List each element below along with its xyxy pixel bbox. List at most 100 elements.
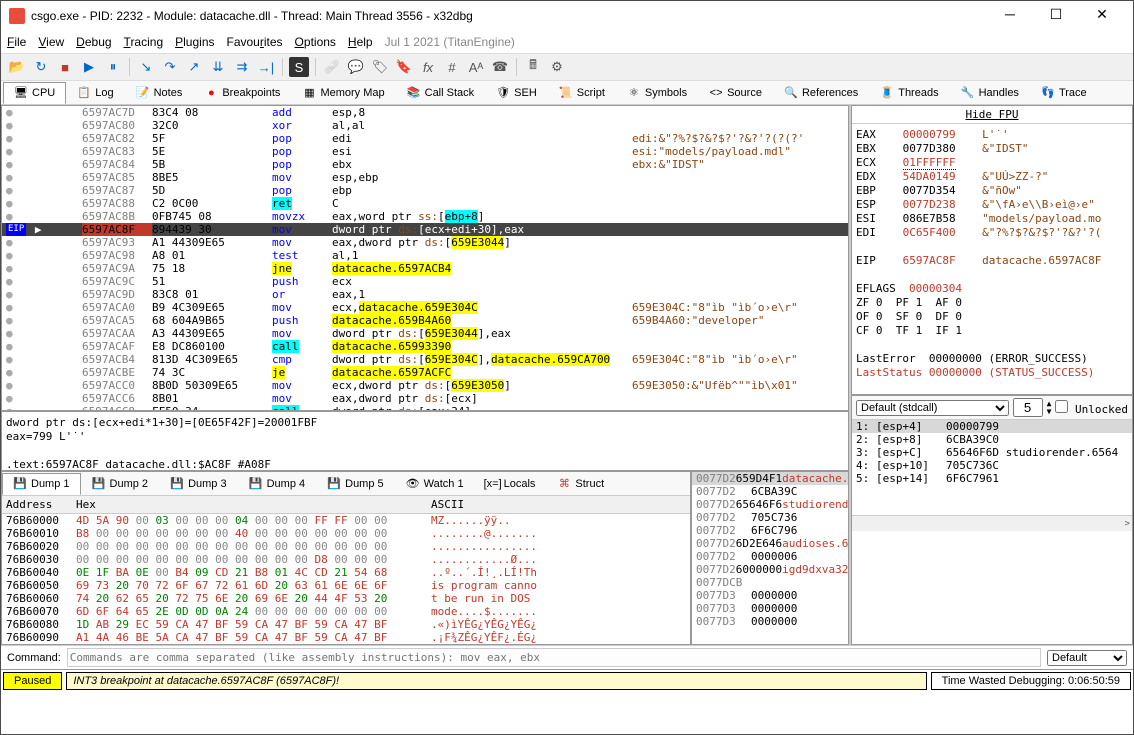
unlocked-checkbox[interactable]: [1055, 400, 1068, 413]
disasm-row[interactable]: ●6597AC7D83C4 08addesp,8: [2, 106, 848, 119]
tab-dump2[interactable]: 💾Dump 2: [81, 473, 160, 495]
stack-row[interactable]: 0077DCB: [692, 576, 848, 589]
arg-row[interactable]: 5:[esp+14]6F6C7961: [852, 472, 1132, 485]
dump-col-ascii[interactable]: ASCII: [431, 498, 464, 511]
pause-icon[interactable]: ⏸: [103, 57, 123, 77]
functions-icon[interactable]: fx: [418, 57, 438, 77]
dump-row[interactable]: 76B6002000 00 00 00 00 00 00 00 00 00 00…: [2, 540, 690, 553]
minimize-button[interactable]: ─: [987, 1, 1033, 31]
menu-file[interactable]: File: [7, 35, 26, 49]
disasm-row[interactable]: ●6597ACC8FF50 34calldword ptr ds:[eax+34…: [2, 405, 848, 411]
settings-icon[interactable]: ⚙: [547, 57, 567, 77]
disasm-row[interactable]: ●6597ACA568 604A9B65pushdatacache.659B4A…: [2, 314, 848, 327]
tab-threads[interactable]: 🧵Threads: [869, 82, 949, 104]
command-input[interactable]: [67, 648, 1041, 667]
tab-symbols[interactable]: ⚛Symbols: [616, 82, 698, 104]
hide-fpu-link[interactable]: Hide FPU: [852, 106, 1132, 124]
dump-row[interactable]: 76B60090A1 4A 46 BE 5A CA 47 BF 59 CA 47…: [2, 631, 690, 644]
disasm-row[interactable]: ●6597AC835Epopesiesi:"models/payload.mdl…: [2, 145, 848, 158]
command-preset-select[interactable]: Default: [1047, 650, 1127, 666]
tab-cpu[interactable]: 🖥CPU: [3, 82, 66, 104]
maximize-button[interactable]: ☐: [1033, 1, 1079, 31]
stack-row[interactable]: 0077D26D2E646audioses.6D2E6461: [692, 537, 848, 550]
disasm-row[interactable]: ●6597AC93A1 44309E65moveax,dword ptr ds:…: [2, 236, 848, 249]
disasm-row[interactable]: ●6597AC9D83C8 01oreax,1: [2, 288, 848, 301]
disassembly-pane[interactable]: ●6597AC7D83C4 08addesp,8●6597AC8032C0xor…: [1, 105, 849, 411]
arg-row[interactable]: 4:[esp+10]705C736C: [852, 459, 1132, 472]
stack-row[interactable]: 0077D30000000: [692, 615, 848, 628]
restart-icon[interactable]: ↻: [31, 57, 51, 77]
disasm-row[interactable]: ●6597ACC08B0D 50309E65movecx,dword ptr d…: [2, 379, 848, 392]
disasm-row[interactable]: ●6597AC9C51pushecx: [2, 275, 848, 288]
dump-row[interactable]: 76B600004D 5A 90 00 03 00 00 00 04 00 00…: [2, 514, 690, 527]
dump-row[interactable]: 76B600801D AB 29 EC 59 CA 47 BF 59 CA 47…: [2, 618, 690, 631]
tab-dump3[interactable]: 💾Dump 3: [159, 473, 238, 495]
tab-callstack[interactable]: 📚Call Stack: [396, 82, 486, 104]
disasm-row[interactable]: ●6597ACAFE8 DC860100calldatacache.659933…: [2, 340, 848, 353]
dump-row[interactable]: 76B600400E 1F BA 0E 00 B4 09 CD 21 B8 01…: [2, 566, 690, 579]
calls-icon[interactable]: ☎: [490, 57, 510, 77]
bookmarks-icon[interactable]: 🔖: [394, 57, 414, 77]
tab-handles[interactable]: 🔧Handles: [950, 82, 1030, 104]
open-icon[interactable]: 📂: [7, 57, 27, 77]
tab-references[interactable]: 🔍References: [773, 82, 869, 104]
runtouser-icon[interactable]: →|: [256, 57, 276, 77]
dump-col-address[interactable]: Address: [6, 498, 76, 511]
traceover-icon[interactable]: ⇉: [232, 57, 252, 77]
menu-options[interactable]: Options: [295, 35, 336, 49]
menu-debug[interactable]: Debug: [76, 35, 111, 49]
tab-dump5[interactable]: 💾Dump 5: [316, 473, 395, 495]
stop-icon[interactable]: ■: [55, 57, 75, 77]
tab-breakpoints[interactable]: ●Breakpoints: [193, 82, 291, 104]
disasm-row[interactable]: ●6597ACAAA3 44309E65movdword ptr ds:[659…: [2, 327, 848, 340]
dump-pane[interactable]: 💾Dump 1 💾Dump 2 💾Dump 3 💾Dump 4 💾Dump 5 …: [1, 471, 691, 645]
dump-row[interactable]: 76B6005069 73 20 70 72 6F 67 72 61 6D 20…: [2, 579, 690, 592]
calling-convention-select[interactable]: Default (stdcall): [856, 400, 1009, 416]
disasm-row[interactable]: ●6597AC9A75 18jnedatacache.6597ACB4: [2, 262, 848, 275]
menu-plugins[interactable]: Plugins: [175, 35, 214, 49]
arg-count-input[interactable]: [1013, 398, 1043, 417]
dump-row[interactable]: 76B6006074 20 62 65 20 72 75 6E 20 69 6E…: [2, 592, 690, 605]
menu-favourites[interactable]: Favourites: [227, 35, 283, 49]
tab-source[interactable]: <>Source: [698, 82, 773, 104]
disasm-row[interactable]: ●6597ACBE74 3Cjedatacache.6597ACFC: [2, 366, 848, 379]
stack-row[interactable]: 0077D26F6C796: [692, 524, 848, 537]
disasm-row[interactable]: ●6597AC88C2 0C00retC: [2, 197, 848, 210]
tab-seh[interactable]: 🛡SEH: [485, 82, 548, 104]
menu-view[interactable]: View: [38, 35, 64, 49]
tab-script[interactable]: 📜Script: [548, 82, 616, 104]
stepout-icon[interactable]: ↗: [184, 57, 204, 77]
stack-row[interactable]: 0077D26CBA39C: [692, 485, 848, 498]
arg-row[interactable]: 1:[esp+4]00000799: [852, 420, 1132, 433]
strings-icon[interactable]: Aᴬ: [466, 57, 486, 77]
patches-icon[interactable]: 🩹: [322, 57, 342, 77]
disasm-row[interactable]: ●6597AC875Dpopebp: [2, 184, 848, 197]
tab-watch1[interactable]: 👁Watch 1: [395, 473, 475, 495]
tab-log[interactable]: 📋Log: [66, 82, 124, 104]
stack-pane[interactable]: 0077D2659D4F1datacache.659D4F180077D26CB…: [691, 471, 849, 645]
disasm-row[interactable]: ●6597AC98A8 01testal,1: [2, 249, 848, 262]
dump-row[interactable]: 76B60010B8 00 00 00 00 00 00 00 40 00 00…: [2, 527, 690, 540]
stepover-icon[interactable]: ↷: [160, 57, 180, 77]
calc-icon[interactable]: 🖩: [523, 57, 543, 77]
dump-col-hex[interactable]: Hex: [76, 498, 431, 511]
stack-row[interactable]: 0077D26000000igd9dxva32.60000000: [692, 563, 848, 576]
tab-locals[interactable]: [x=]Locals: [475, 473, 547, 495]
disasm-row[interactable]: ●6597AC825Fpopediedi:&"?%?$?&?$?'?&?'?(?…: [2, 132, 848, 145]
run-icon[interactable]: ▶: [79, 57, 99, 77]
dump-row[interactable]: 76B600706D 6F 64 65 2E 0D 0D 0A 24 00 00…: [2, 605, 690, 618]
tab-notes[interactable]: 📝Notes: [125, 82, 194, 104]
stack-row[interactable]: 0077D265646F6studiorender.65646F6D: [692, 498, 848, 511]
disasm-row[interactable]: ●6597ACA0B9 4C309E65movecx,datacache.659…: [2, 301, 848, 314]
menu-tracing[interactable]: Tracing: [124, 35, 164, 49]
disasm-row[interactable]: ●6597ACB4813D 4C309E65cmpdword ptr ds:[6…: [2, 353, 848, 366]
arg-row[interactable]: 2:[esp+8]6CBA39C0: [852, 433, 1132, 446]
tab-struct[interactable]: ⌘Struct: [546, 473, 615, 495]
stack-row[interactable]: 0077D30000000: [692, 602, 848, 615]
comments-icon[interactable]: 💬: [346, 57, 366, 77]
stack-row[interactable]: 0077D2705C736: [692, 511, 848, 524]
scylla-icon[interactable]: S: [289, 57, 309, 77]
stack-row[interactable]: 0077D30000000: [692, 589, 848, 602]
stepinto-icon[interactable]: ↘: [136, 57, 156, 77]
close-button[interactable]: ✕: [1079, 1, 1125, 31]
